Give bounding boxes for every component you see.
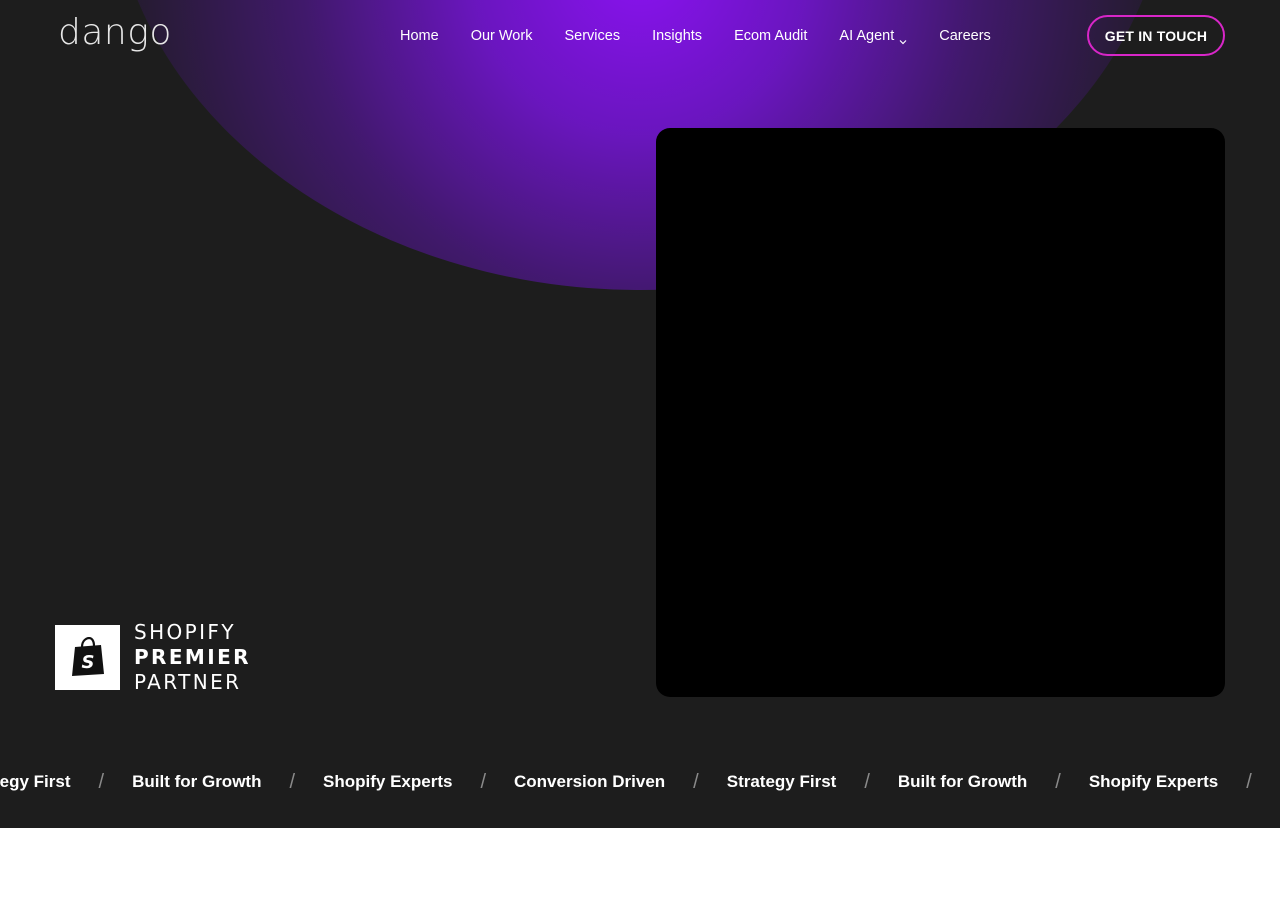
hero-section: dango Home Our Work Services Insights Ec… — [0, 0, 1280, 828]
tagline-marquee: tegy First / Built for Growth / Shopify … — [0, 770, 1280, 794]
marquee-separator: / — [693, 770, 699, 793]
marquee-separator: / — [98, 770, 105, 793]
marquee-separator: / — [480, 770, 487, 793]
nav-careers[interactable]: Careers — [923, 26, 1007, 46]
shopify-bag-icon: S — [55, 624, 120, 690]
shopify-premier-partner-badge: S SHOPIFY PREMIER PARTNER — [55, 620, 251, 695]
marquee-item: Built for Growth — [897, 772, 1028, 791]
dango-logo[interactable]: dango — [58, 13, 172, 53]
nav-insights[interactable]: Insights — [636, 26, 718, 46]
marquee-separator: / — [864, 770, 870, 793]
nav-ai-agent[interactable]: AI Agent — [823, 26, 923, 46]
nav-ai-agent-label: AI Agent — [839, 28, 895, 44]
nav-services[interactable]: Services — [548, 26, 636, 46]
marquee-item: Shopify Experts — [1088, 772, 1219, 791]
badge-line-shopify: SHOPIFY — [134, 619, 236, 644]
svg-text:S: S — [81, 652, 94, 673]
nav-home[interactable]: Home — [384, 26, 455, 46]
marquee-separator: / — [1246, 770, 1252, 793]
get-in-touch-button[interactable]: GET IN TOUCH — [1087, 15, 1225, 56]
badge-text: SHOPIFY PREMIER PARTNER — [134, 620, 251, 695]
badge-line-premier: PREMIER — [134, 644, 251, 669]
main-nav: Home Our Work Services Insights Ecom Aud… — [384, 26, 1007, 46]
hero-video[interactable] — [656, 128, 1225, 697]
marquee-item: Strategy First — [726, 772, 837, 791]
marquee-separator: / — [289, 770, 296, 793]
badge-line-partner: PARTNER — [134, 669, 242, 694]
marquee-item: Built for Growth — [132, 772, 262, 791]
nav-our-work[interactable]: Our Work — [455, 26, 549, 46]
marquee-item: Conversion Driven — [514, 772, 666, 791]
marquee-item: tegy First — [0, 772, 71, 791]
marquee-separator: / — [1055, 770, 1061, 793]
chevron-down-icon — [899, 32, 907, 45]
marquee-item: Shopify Experts — [323, 772, 453, 791]
nav-ecom-audit[interactable]: Ecom Audit — [718, 26, 823, 46]
